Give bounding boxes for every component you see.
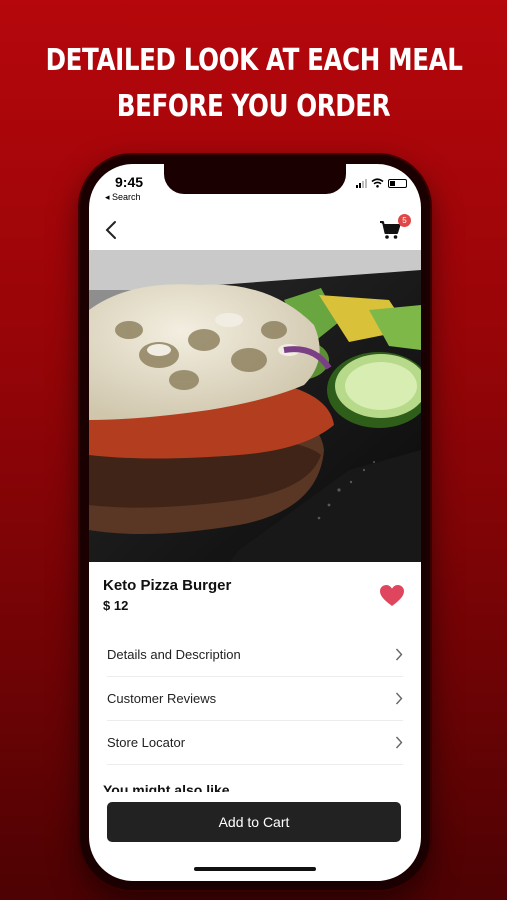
status-back-to-search[interactable]: ◂ Search bbox=[105, 192, 141, 203]
favorite-heart-icon[interactable] bbox=[379, 584, 405, 608]
cart-count-badge: 5 bbox=[398, 214, 411, 227]
food-photo bbox=[89, 250, 421, 562]
home-indicator[interactable] bbox=[194, 867, 316, 871]
signal-icon bbox=[356, 178, 367, 188]
status-time: 9:45 bbox=[115, 174, 144, 190]
add-to-cart-button[interactable]: Add to Cart bbox=[107, 802, 401, 842]
chevron-right-icon bbox=[395, 648, 403, 661]
menu-item-reviews[interactable]: Customer Reviews bbox=[107, 677, 403, 721]
menu-item-store-locator[interactable]: Store Locator bbox=[107, 721, 403, 765]
phone-screen: 9:45 ◂ Search 5 Keto Pizza Burger $ 12 D… bbox=[89, 164, 421, 881]
product-price: $ 12 bbox=[103, 598, 129, 613]
product-image bbox=[89, 250, 421, 562]
chevron-right-icon bbox=[395, 736, 403, 749]
battery-icon bbox=[388, 178, 407, 188]
wifi-icon bbox=[371, 178, 384, 188]
menu-item-label: Details and Description bbox=[107, 647, 241, 662]
also-like-heading: You might also like bbox=[103, 782, 230, 792]
promo-line-2: BEFORE YOU ORDER bbox=[116, 89, 391, 124]
menu-item-label: Store Locator bbox=[107, 735, 186, 750]
promo-headline: DETAILED LOOK AT EACH MEAL BEFORE YOU OR… bbox=[45, 38, 463, 130]
phone-frame: 9:45 ◂ Search 5 Keto Pizza Burger $ 12 D… bbox=[80, 155, 430, 890]
menu-item-label: Customer Reviews bbox=[107, 691, 217, 706]
phone-notch bbox=[164, 164, 346, 194]
menu-item-details[interactable]: Details and Description bbox=[107, 633, 403, 677]
back-chevron-icon[interactable] bbox=[103, 220, 119, 240]
chevron-right-icon bbox=[395, 692, 403, 705]
product-name: Keto Pizza Burger bbox=[103, 577, 232, 594]
status-icons bbox=[356, 178, 407, 188]
promo-line-1: DETAILED LOOK AT EACH MEAL bbox=[45, 43, 463, 78]
